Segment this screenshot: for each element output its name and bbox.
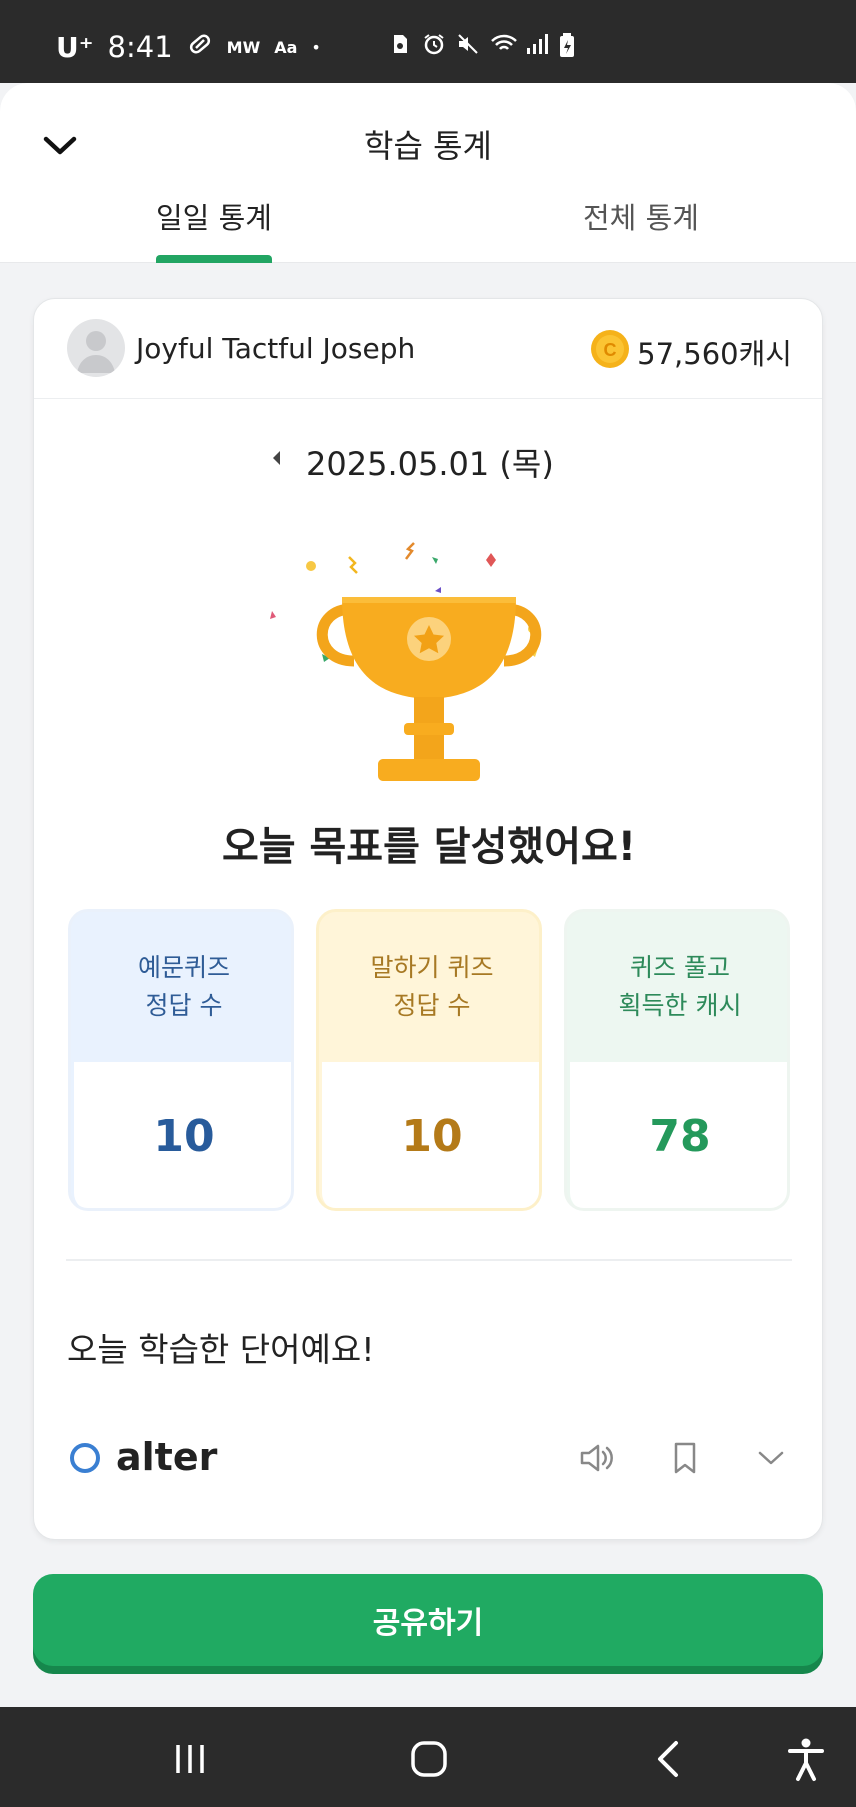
pill-icon: [187, 31, 213, 64]
signal-icon: [524, 32, 548, 56]
clock: 8:41: [107, 30, 173, 64]
stat-label-line1: 퀴즈 풀고: [630, 953, 730, 982]
back-icon: [658, 1741, 678, 1777]
stat-speaking-quiz: 말하기 퀴즈 정답 수 10: [316, 909, 542, 1211]
stat-value: 10: [322, 1062, 539, 1208]
trophy-illustration: [254, 539, 604, 789]
word-text: alter: [116, 1435, 218, 1479]
coin-letter: C: [604, 340, 617, 360]
pronounce-button[interactable]: [576, 1437, 618, 1479]
recent-apps-icon: [176, 1745, 204, 1773]
tab-total-stats[interactable]: 전체 통계: [583, 195, 699, 237]
tab-daily-stats[interactable]: 일일 통계: [156, 195, 272, 237]
person-icon: [77, 331, 115, 373]
avatar: [67, 319, 125, 377]
stat-value: 10: [74, 1062, 291, 1208]
trophy-icon: [270, 542, 542, 781]
header: 학습 통계 일일 통계 전체 통계: [0, 83, 856, 263]
cash-balance: 57,560캐시: [637, 337, 792, 371]
coin-icon: C: [590, 329, 630, 369]
current-date: 2025.05.01 (목): [306, 445, 554, 483]
goal-achieved-message: 오늘 목표를 달성했어요!: [221, 824, 637, 870]
recent-apps-button[interactable]: [166, 1735, 214, 1783]
alarm-icon: [422, 32, 446, 56]
chevron-down-icon: [758, 1451, 784, 1465]
stat-label-line2: 정답 수: [145, 991, 223, 1020]
mute-icon: [456, 32, 480, 56]
correct-mark-icon: [70, 1443, 100, 1473]
stat-label: 말하기 퀴즈 정답 수: [319, 912, 539, 1062]
home-button[interactable]: [405, 1735, 453, 1783]
carrier-label: U⁺: [56, 30, 94, 64]
speaker-icon: [580, 1444, 613, 1472]
bookmark-button[interactable]: [664, 1437, 706, 1479]
stat-label-line1: 말하기 퀴즈: [370, 953, 494, 982]
stat-earned-cash: 퀴즈 풀고 획득한 캐시 78: [564, 909, 790, 1211]
caret-left-icon: [273, 451, 280, 465]
stat-value: 78: [570, 1062, 787, 1208]
stat-label-line2: 정답 수: [393, 991, 471, 1020]
notification-dot: •: [311, 37, 321, 57]
stat-sentence-quiz: 예문퀴즈 정답 수 10: [68, 909, 294, 1211]
stat-label: 퀴즈 풀고 획득한 캐시: [567, 912, 787, 1062]
status-left: U⁺ 8:41 MW Aa •: [56, 30, 321, 64]
previous-date-button[interactable]: [270, 447, 284, 469]
mw-indicator: MW: [226, 37, 261, 57]
share-button[interactable]: 공유하기: [33, 1574, 823, 1666]
system-nav-bar: [0, 1707, 856, 1807]
sd-card-icon: [388, 32, 412, 56]
stat-label-line2: 획득한 캐시: [618, 991, 742, 1020]
home-icon: [411, 1741, 447, 1777]
stat-label-line1: 예문퀴즈: [137, 953, 230, 982]
back-button[interactable]: [646, 1735, 694, 1783]
aa-indicator: Aa: [274, 37, 298, 57]
stat-label: 예문퀴즈 정답 수: [71, 912, 291, 1062]
stats-sheet: 학습 통계 일일 통계 전체 통계 Joyful Tactful Joseph …: [0, 83, 856, 1707]
user-name: Joyful Tactful Joseph: [136, 332, 416, 365]
status-bar: U⁺ 8:41 MW Aa •: [0, 0, 856, 83]
learned-words-heading: 오늘 학습한 단어예요!: [67, 1330, 375, 1369]
divider: [66, 1259, 792, 1261]
word-list-item[interactable]: alter: [34, 1419, 822, 1499]
date-selector: 2025.05.01 (목): [34, 437, 822, 483]
wifi-icon: [490, 32, 517, 56]
tab-indicator: [156, 255, 272, 263]
accessibility-button[interactable]: [782, 1735, 830, 1783]
page-title: 학습 통계: [364, 127, 492, 165]
accessibility-icon: [788, 1738, 824, 1781]
expand-word-button[interactable]: [750, 1437, 792, 1479]
user-row: Joyful Tactful Joseph C 57,560캐시: [34, 299, 822, 399]
bookmark-icon: [674, 1442, 696, 1474]
daily-stats-card: Joyful Tactful Joseph C 57,560캐시 2025.05…: [33, 298, 823, 1540]
status-icons: [388, 32, 582, 57]
battery-icon: [558, 32, 582, 57]
